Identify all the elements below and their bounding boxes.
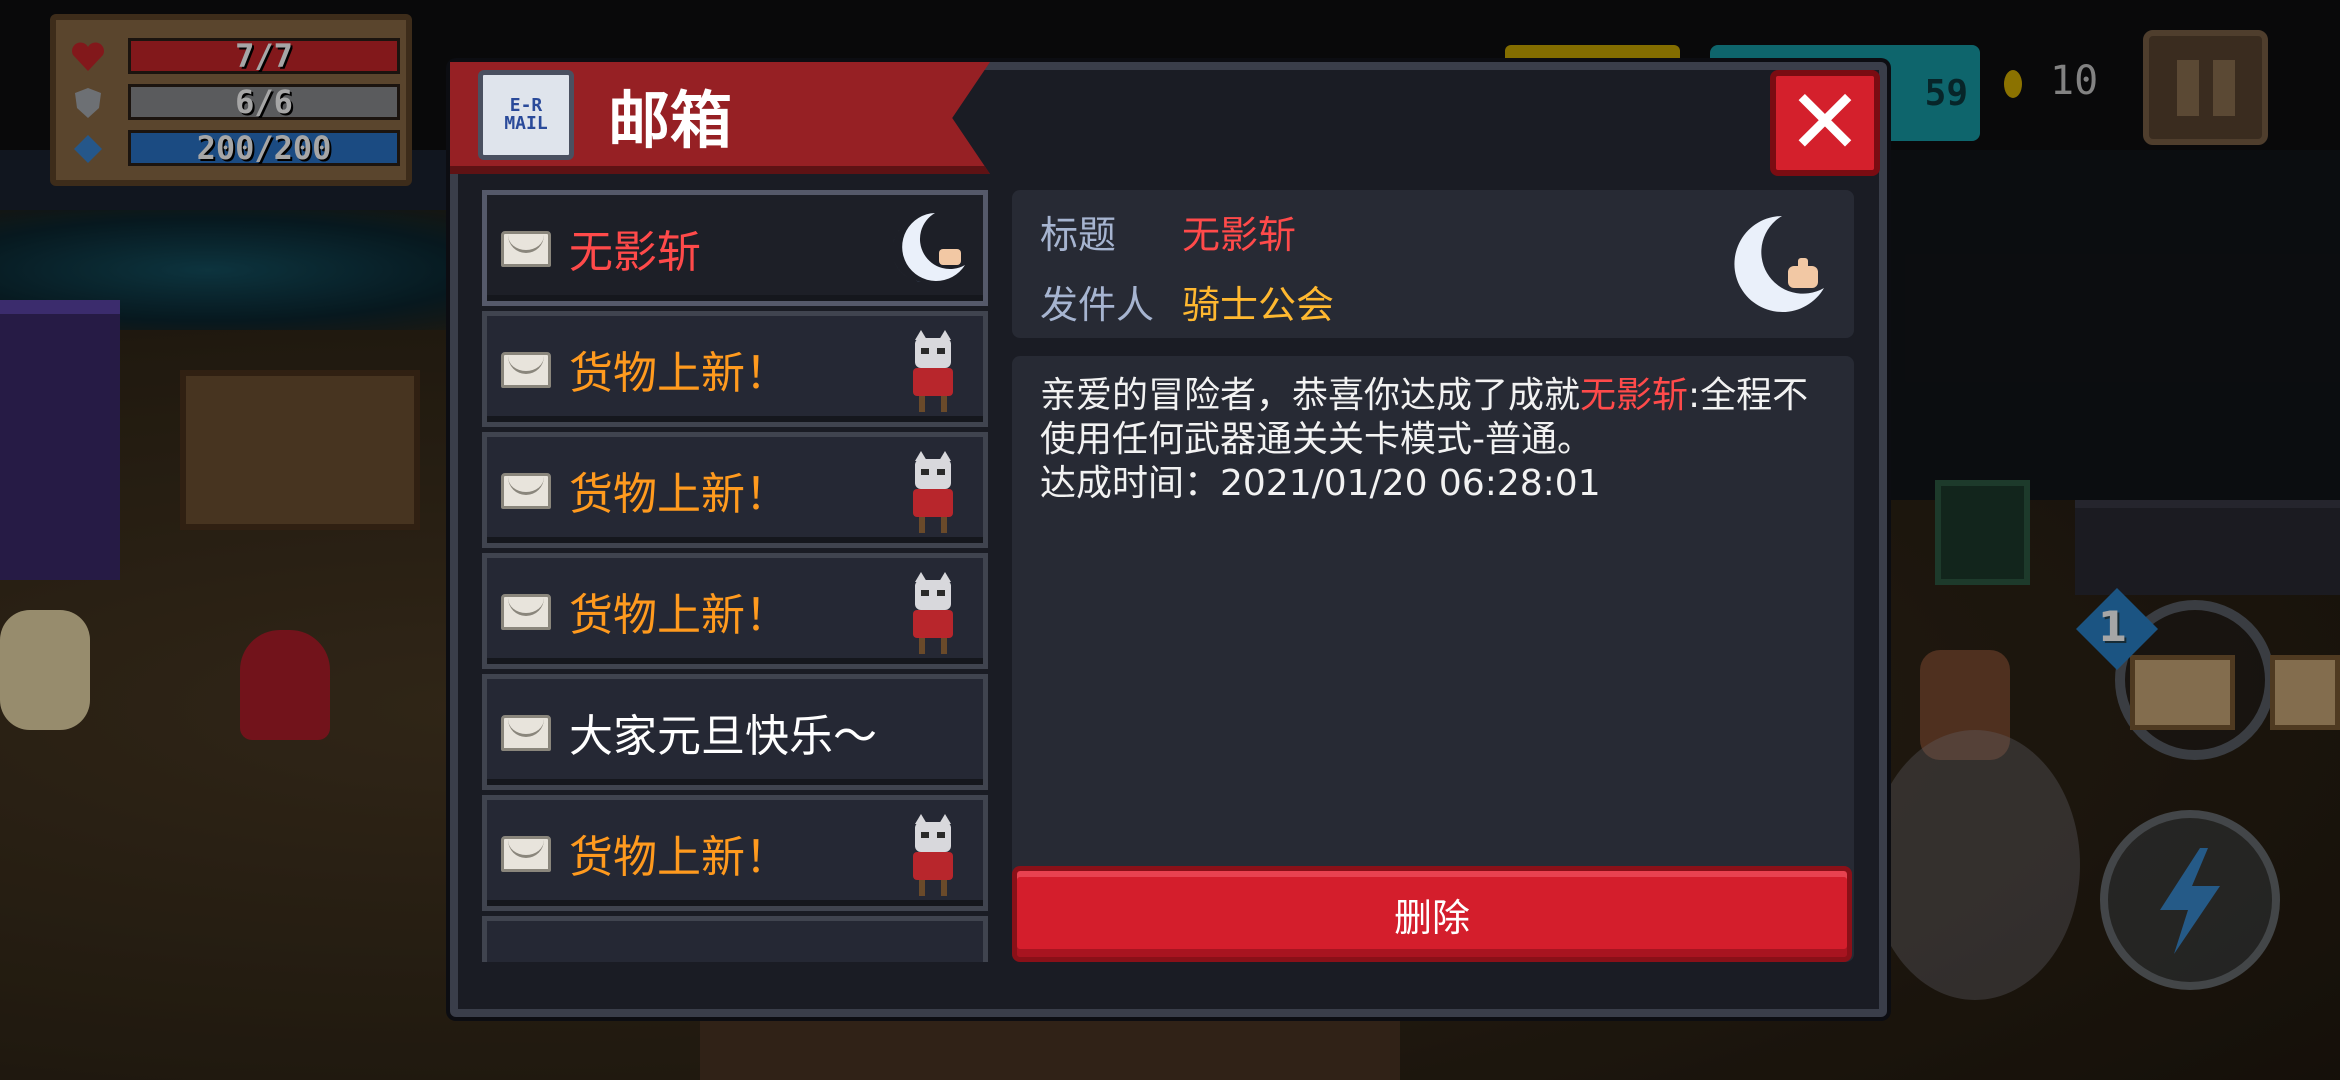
mail-list-item[interactable]: 货物上新！ [482,553,988,669]
crescent-blade-icon [1724,216,1824,312]
sender-key: 发件人 [1040,283,1155,327]
envelope-icon [501,231,551,267]
mail-list-item[interactable]: 货物上新！ [482,795,988,911]
sender-value: 骑士公会 [1182,283,1335,327]
subject-value: 无影斩 [1182,213,1297,257]
body-time: 达成时间：2021/01/20 06:28:01 [1040,463,1601,504]
mail-list-item[interactable]: 货物上新！ [482,311,988,427]
close-button[interactable]: ✕ [1770,70,1880,176]
merchant-cat-icon [913,330,953,412]
envelope-icon [501,352,551,388]
mail-body-text: 亲爱的冒险者，恭喜你达成了成就无影斩:全程不使用任何武器通关关卡模式-普通。 达… [1040,374,1840,506]
delete-label: 删除 [1393,895,1470,940]
merchant-cat-icon [913,451,953,533]
delete-button[interactable]: 删除 [1012,866,1852,962]
envelope-icon [501,594,551,630]
mail-subject-label: 大家元旦快乐～ [569,711,877,762]
body-achievement: 无影斩 [1580,375,1689,416]
crescent-blade-icon [893,213,965,282]
mail-subject-label: 货物上新！ [569,832,789,883]
merchant-cat-icon [913,572,953,654]
mail-subject-label: 货物上新！ [569,469,789,520]
mail-list-item[interactable] [482,916,988,962]
mail-list-item[interactable]: 无影斩 [482,190,988,306]
mail-list-item[interactable]: 大家元旦快乐～ [482,674,988,790]
envelope-icon [501,473,551,509]
mail-subject-label: 货物上新！ [569,590,789,641]
body-intro: 亲爱的冒险者，恭喜你达成了成就 [1040,375,1581,416]
subject-key: 标题 [1040,213,1117,257]
mail-detail-header: 标题 无影斩 发件人 骑士公会 [1012,190,1854,338]
mail-envelope-icon: E-R MAIL [478,70,574,160]
mail-list-item[interactable]: 货物上新！ [482,432,988,548]
mail-list[interactable]: 无影斩货物上新！ 货物上新！ 货物上新！ 大家元旦快乐～ 货物上新！ [482,190,988,962]
envelope-icon [501,836,551,872]
envelope-icon [501,715,551,751]
mail-subject-label: 货物上新！ [569,348,789,399]
mail-icon-text: E-R MAIL [504,95,548,134]
merchant-cat-icon [913,814,953,896]
dialog-title: 邮箱 [608,84,733,157]
close-icon: ✕ [1787,70,1863,175]
mail-subject-label: 无影斩 [569,227,701,278]
